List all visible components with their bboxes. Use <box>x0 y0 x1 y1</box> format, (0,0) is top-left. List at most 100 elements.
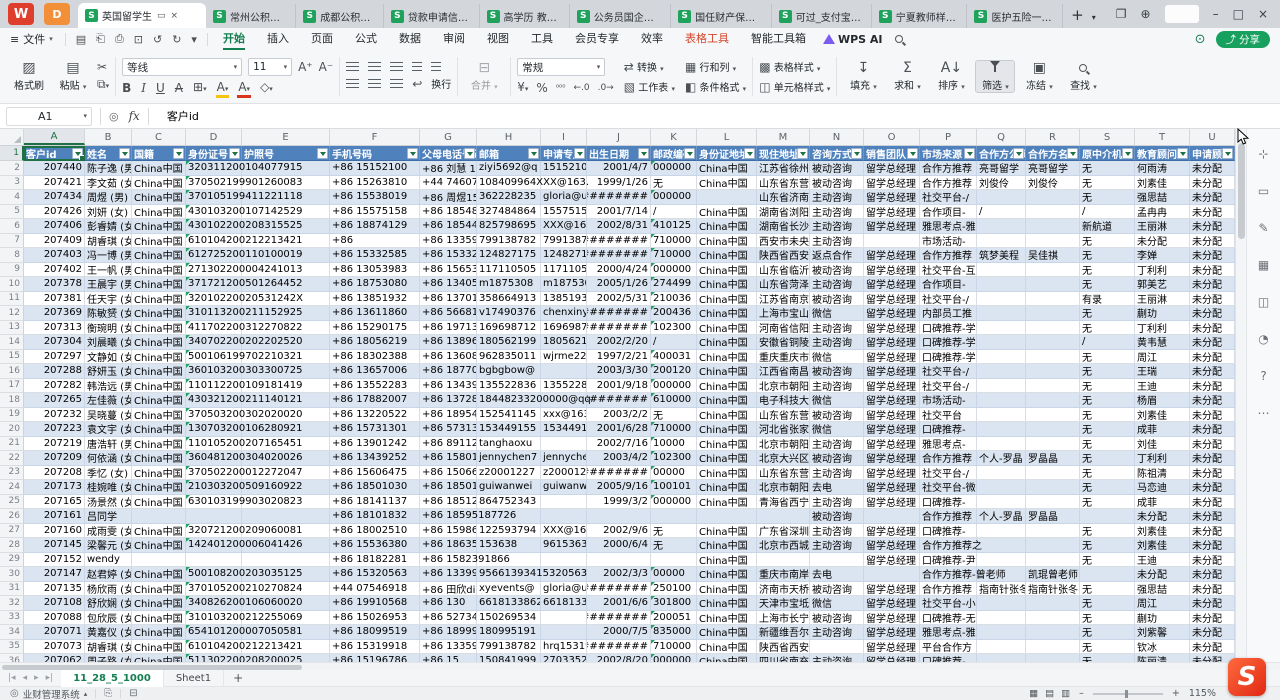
zoom-slider[interactable] <box>1093 693 1163 695</box>
cell-K4[interactable]: 000000 <box>651 190 697 205</box>
align-center-icon[interactable] <box>368 79 381 88</box>
cell-L12[interactable]: China中国 <box>697 306 757 321</box>
cell-H6[interactable]: 825798695 <box>477 219 541 234</box>
cell-T5[interactable]: 孟冉冉 <box>1135 205 1190 220</box>
cell-P32[interactable]: 社交平台-小 <box>920 596 977 611</box>
cell-K20[interactable]: 710000 <box>651 422 697 437</box>
cell-B25[interactable]: 汤景然 (女 <box>85 495 132 510</box>
cell-P33[interactable]: 口碑推荐-无 <box>920 611 977 626</box>
help-icon[interactable]: ? <box>1260 369 1266 383</box>
cell-L30[interactable]: China中国 <box>697 567 757 582</box>
cell-O7[interactable] <box>864 234 920 249</box>
cell-O19[interactable]: 留学总经理 <box>864 408 920 423</box>
cell-D9[interactable]: 271302200004241013 <box>186 263 242 278</box>
cell-A8[interactable]: 207403 <box>24 248 85 263</box>
cell-G6[interactable]: +86 1854402198 <box>420 219 477 234</box>
cell-F32[interactable]: +86 19910568 <box>330 596 420 611</box>
cell-B16[interactable]: 舒妍玉 (女 <box>85 364 132 379</box>
cell-I31[interactable]: gloria@uk <box>541 582 587 597</box>
cell-D11[interactable]: 32010220020531242X <box>186 292 242 307</box>
cell-H13[interactable]: 169698712 <box>477 321 541 336</box>
menu-tab-数据[interactable]: 数据 <box>388 28 432 50</box>
column-header-O[interactable]: O <box>864 129 920 145</box>
filter-dropdown-icon[interactable] <box>574 148 585 159</box>
cell-Q17[interactable] <box>977 379 1026 394</box>
header-cell-M[interactable]: 现住地址 <box>757 146 810 161</box>
column-header-R[interactable]: R <box>1026 129 1080 145</box>
filter-dropdown-icon[interactable] <box>744 148 755 159</box>
cell-P6[interactable]: 雅思考点-雅 <box>920 219 977 234</box>
cell-R26[interactable]: 罗晶晶 <box>1026 509 1080 524</box>
cell-N6[interactable]: 主动咨询 <box>810 219 864 234</box>
cell-F16[interactable]: +86 13657006 <box>330 364 420 379</box>
cell-Q13[interactable] <box>977 321 1026 336</box>
cell-D18[interactable]: 430321200211140121 <box>186 393 242 408</box>
cell-Q10[interactable] <box>977 277 1026 292</box>
cell-R18[interactable] <box>1026 393 1080 408</box>
cell-I29[interactable] <box>541 553 587 568</box>
cell-K6[interactable]: 410125 <box>651 219 697 234</box>
cell-R19[interactable] <box>1026 408 1080 423</box>
header-cell-C[interactable]: 国籍 <box>132 146 186 161</box>
cell-O32[interactable]: 留学总经理 <box>864 596 920 611</box>
cell-O4[interactable]: 留学总经理 <box>864 190 920 205</box>
cell-R9[interactable] <box>1026 263 1080 278</box>
cell-A14[interactable]: 207304 <box>24 335 85 350</box>
cell-G31[interactable]: +86 田欣di395 <box>420 582 477 597</box>
cell-J32[interactable]: 2001/6/6 <box>587 596 651 611</box>
cell-O13[interactable]: 留学总经理 <box>864 321 920 336</box>
cell-F21[interactable]: +86 13901242 <box>330 437 420 452</box>
cell-S21[interactable]: 无 <box>1080 437 1135 452</box>
cell-A3[interactable]: 207421 <box>24 176 85 191</box>
cell-H23[interactable]: z20001227 <box>477 466 541 481</box>
cell-T26[interactable]: 未分配 <box>1135 509 1190 524</box>
cell-P26[interactable]: 合作方推荐 <box>920 509 977 524</box>
backup-icon[interactable]: ⎘ <box>104 688 112 699</box>
cell-N9[interactable]: 被动咨询 <box>810 263 864 278</box>
cell-J15[interactable]: 1997/2/21 <box>587 350 651 365</box>
cell-K16[interactable]: 200120 <box>651 364 697 379</box>
cell-J19[interactable]: 2003/2/2 <box>587 408 651 423</box>
cell-F27[interactable]: +86 18002510 <box>330 524 420 539</box>
cell-S32[interactable]: 无 <box>1080 596 1135 611</box>
column-header-I[interactable]: I <box>541 129 587 145</box>
more-panes-icon[interactable]: ⋯ <box>1258 406 1270 420</box>
cell-O36[interactable]: 留学总经理 <box>864 654 920 662</box>
cell-U22[interactable]: 未分配 <box>1190 451 1235 466</box>
cell-N18[interactable]: 微信 <box>810 393 864 408</box>
cell-T9[interactable]: 丁利利 <box>1135 263 1190 278</box>
cell-G10[interactable]: +86 1340540988 <box>420 277 477 292</box>
column-header-B[interactable]: B <box>85 129 132 145</box>
chart-pane-icon[interactable]: ▦ <box>1258 258 1269 272</box>
filter-dropdown-icon[interactable] <box>464 148 475 159</box>
row-number[interactable]: 21 <box>0 437 24 452</box>
cell-M3[interactable]: 山东省东营 <box>757 176 810 191</box>
underline-button[interactable]: U <box>156 82 165 94</box>
cell-J4[interactable]: ######### <box>587 190 651 205</box>
cell-J16[interactable]: 2003/3/30 <box>587 364 651 379</box>
column-header-S[interactable]: S <box>1080 129 1135 145</box>
menu-tab-表格工具[interactable]: 表格工具 <box>674 28 740 50</box>
cell-K9[interactable]: 000000 <box>651 263 697 278</box>
cell-O24[interactable]: 留学总经理 <box>864 480 920 495</box>
sort-button[interactable]: A↓ 排序 ▾ <box>931 61 971 92</box>
cell-I20[interactable]: 153449155 <box>541 422 587 437</box>
cell-M19[interactable]: 山东省东营 <box>757 408 810 423</box>
filter-dropdown-icon[interactable] <box>851 148 862 159</box>
cell-J30[interactable]: 2002/3/3 <box>587 567 651 582</box>
finance-system-button[interactable]: ◎ 业财管理系统 ▴ ⎘ ⊟ <box>0 687 138 700</box>
cell-P16[interactable]: 社交平台-/ <box>920 364 977 379</box>
cell-F22[interactable]: +86 13439252 <box>330 451 420 466</box>
cell-J28[interactable]: 2000/6/4 <box>587 538 651 553</box>
cell-H2[interactable]: ziyi5692@q <box>477 161 541 176</box>
column-header-E[interactable]: E <box>242 129 330 145</box>
cell-K29[interactable] <box>651 553 697 568</box>
header-cell-D[interactable]: 身份证号 <box>186 146 242 161</box>
cell-D34[interactable]: 654101200007050581 <box>186 625 242 640</box>
cell-K34[interactable]: 835000 <box>651 625 697 640</box>
cell-A10[interactable]: 207378 <box>24 277 85 292</box>
filter-dropdown-icon[interactable] <box>1122 148 1133 159</box>
cell-M6[interactable]: 湖南省长沙 <box>757 219 810 234</box>
file-tab[interactable]: S常州公积金 .xlsx <box>206 4 296 28</box>
cell-U19[interactable]: 未分配 <box>1190 408 1235 423</box>
